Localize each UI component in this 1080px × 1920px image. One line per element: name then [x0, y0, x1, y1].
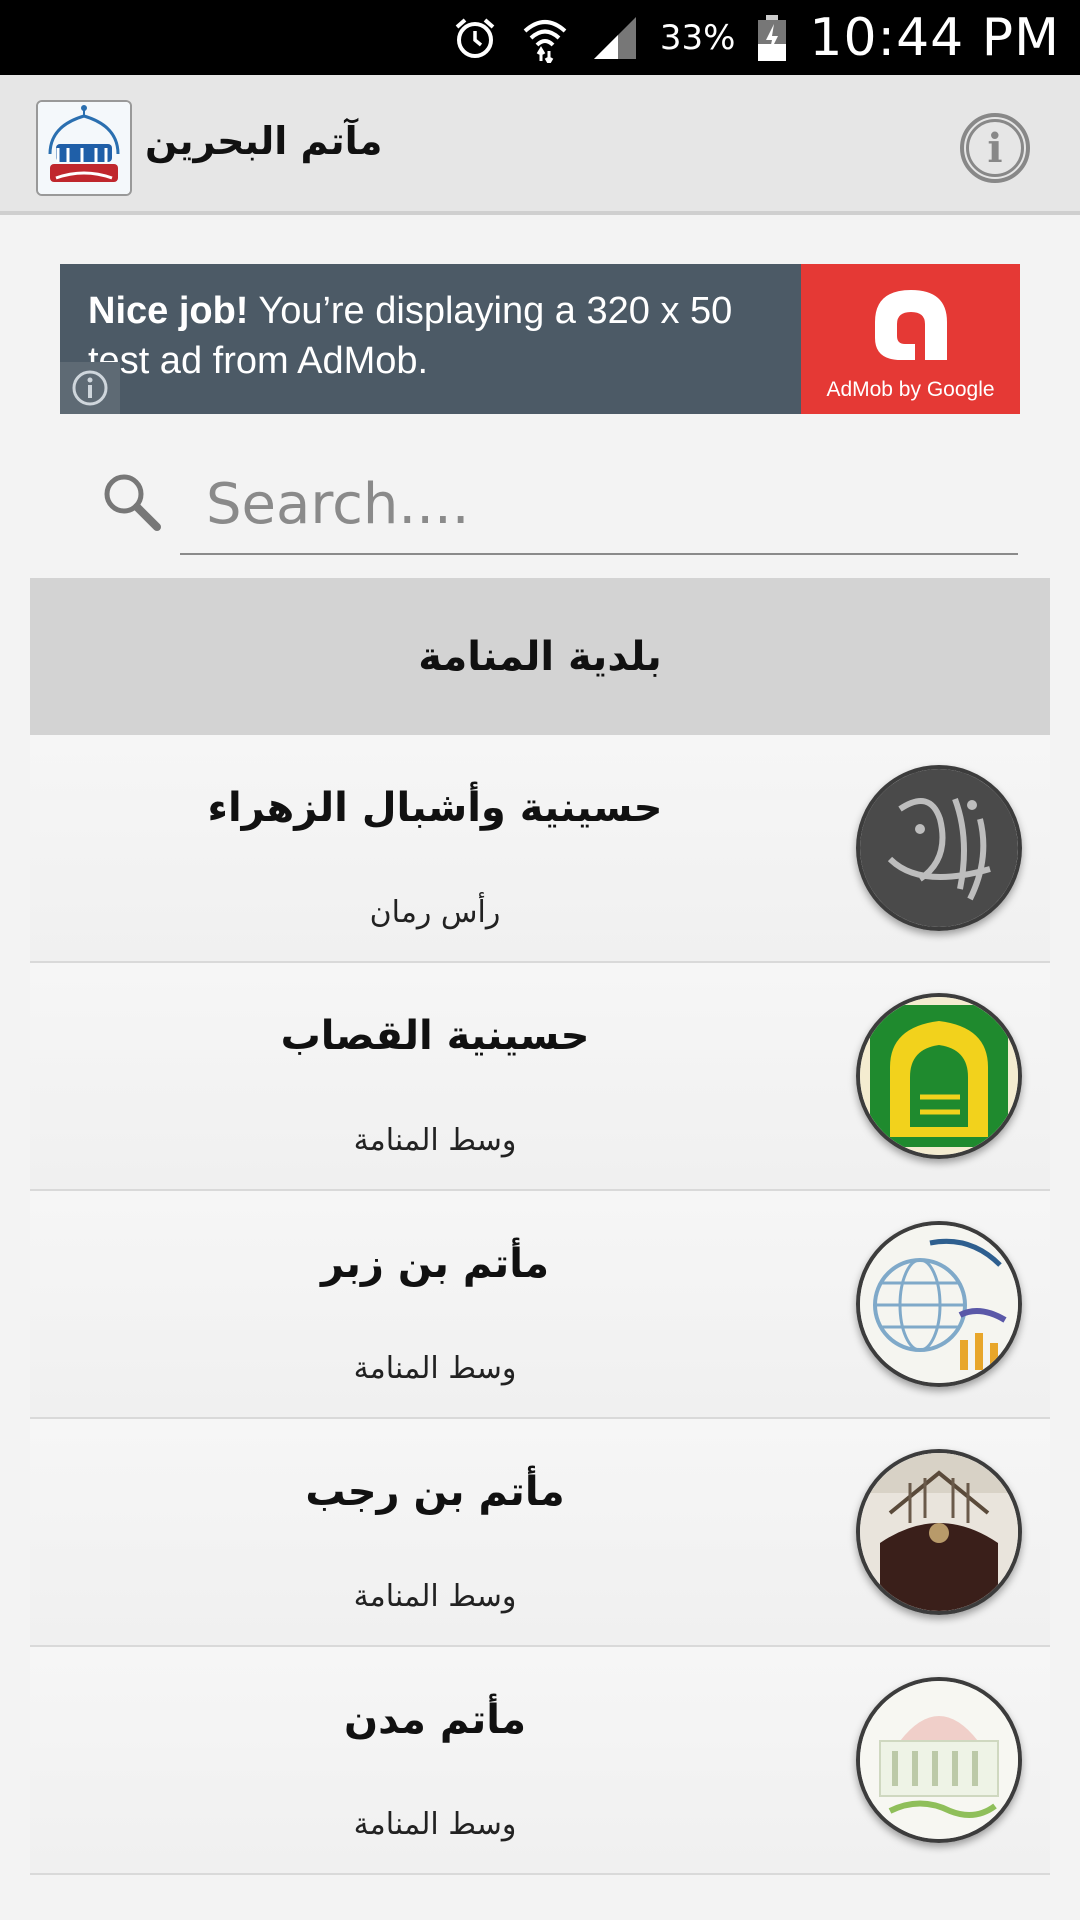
ad-headline-bold: Nice job! [88, 290, 249, 332]
clock: 10:44 PM [809, 7, 1060, 68]
ad-banner[interactable]: Nice job! You’re displaying a 320 x 50 t… [60, 264, 1020, 414]
info-icon: i [966, 119, 1024, 177]
item-avatar [856, 1677, 1022, 1843]
app-bar: مآتم البحرين i [0, 75, 1080, 215]
battery-icon [757, 14, 787, 62]
item-subtitle: وسط المنامة [353, 1351, 517, 1386]
search-icon [104, 474, 161, 531]
item-title: حسينية القصاب [280, 1013, 590, 1059]
app-logo [36, 100, 132, 196]
list-item[interactable]: حسينية وأشبال الزهراء رأس رمان [30, 735, 1050, 963]
list-item[interactable]: مأتم مدن وسط المنامة [30, 1647, 1050, 1875]
item-title: حسينية وأشبال الزهراء [207, 785, 663, 831]
ad-brand: AdMob by Google [826, 378, 995, 401]
ad-text-area: Nice job! You’re displaying a 320 x 50 t… [60, 264, 801, 414]
item-title: مأتم بن زبر [321, 1241, 549, 1287]
item-subtitle: رأس رمان [369, 895, 501, 930]
mourning-house-list: حسينية وأشبال الزهراء رأس رمان حسينية ال… [30, 735, 1050, 1875]
admob-logo-icon [875, 290, 947, 360]
item-subtitle: وسط المنامة [353, 1579, 517, 1614]
item-subtitle: وسط المنامة [353, 1123, 517, 1158]
item-title: مأتم بن رجب [305, 1469, 565, 1515]
item-avatar [856, 1221, 1022, 1387]
item-avatar [856, 993, 1022, 1159]
list-item[interactable]: مأتم بن زبر وسط المنامة [30, 1191, 1050, 1419]
signal-icon [592, 15, 638, 61]
admob-panel: AdMob by Google [801, 264, 1020, 414]
ad-choices-icon[interactable] [60, 362, 120, 414]
item-avatar [856, 1449, 1022, 1615]
status-bar: 33% 10:44 PM [0, 0, 1080, 75]
battery-percent: 33% [659, 17, 736, 58]
section-header: بلدية المنامة [30, 578, 1050, 735]
item-title: مأتم مدن [343, 1697, 527, 1743]
item-subtitle: وسط المنامة [353, 1807, 517, 1842]
list-item[interactable]: حسينية القصاب وسط المنامة [30, 963, 1050, 1191]
wifi-icon [520, 13, 570, 63]
info-button[interactable]: i [960, 113, 1030, 183]
search-input[interactable] [180, 455, 1018, 555]
alarm-icon [452, 15, 498, 61]
item-avatar [856, 765, 1022, 931]
app-title: مآتم البحرين [145, 119, 383, 163]
ad-text: Nice job! You’re displaying a 320 x 50 t… [88, 286, 788, 386]
list-item[interactable]: مأتم بن رجب وسط المنامة [30, 1419, 1050, 1647]
